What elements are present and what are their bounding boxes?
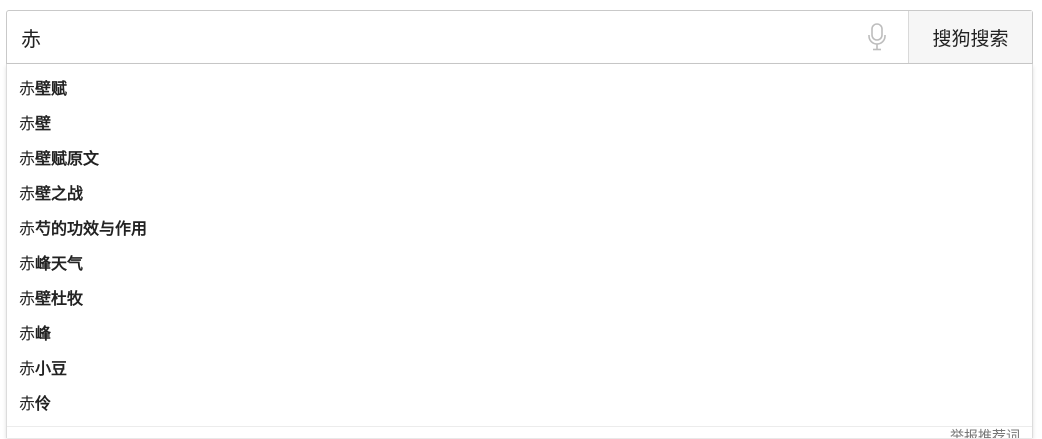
microphone-icon xyxy=(868,23,886,51)
suggestion-prefix: 赤 xyxy=(19,254,36,273)
suggestion-completion: 峰 xyxy=(35,324,52,343)
suggestion-item[interactable]: 赤峰天气 xyxy=(7,246,1032,281)
suggestion-completion: 峰天气 xyxy=(35,254,84,273)
suggestion-completion: 壁 xyxy=(35,114,52,133)
suggestion-item[interactable]: 赤壁杜牧 xyxy=(7,281,1032,316)
search-button[interactable]: 搜狗搜索 xyxy=(908,11,1032,63)
suggestion-completion: 芍的功效与作用 xyxy=(35,219,148,238)
suggestion-item[interactable]: 赤壁之战 xyxy=(7,176,1032,211)
suggestion-item[interactable]: 赤峰 xyxy=(7,316,1032,351)
suggestions-footer: 举报推荐词 xyxy=(7,426,1032,438)
suggestion-prefix: 赤 xyxy=(19,149,36,168)
search-widget: 搜狗搜索 赤壁赋 赤壁 赤壁赋原文 赤壁之战 赤芍的功效与作用 赤峰天气 赤壁杜… xyxy=(6,10,1033,438)
search-input[interactable] xyxy=(7,11,846,63)
suggestion-item[interactable]: 赤芍的功效与作用 xyxy=(7,211,1032,246)
report-suggestion-link[interactable]: 举报推荐词 xyxy=(950,429,1020,438)
suggestion-prefix: 赤 xyxy=(19,394,36,413)
suggestion-item[interactable]: 赤伶 xyxy=(7,386,1032,421)
suggestion-prefix: 赤 xyxy=(19,324,36,343)
suggestion-item[interactable]: 赤壁赋原文 xyxy=(7,141,1032,176)
suggestion-completion: 壁杜牧 xyxy=(35,289,84,308)
suggestion-prefix: 赤 xyxy=(19,359,36,378)
search-bar: 搜狗搜索 xyxy=(6,10,1033,64)
suggestion-prefix: 赤 xyxy=(19,114,36,133)
suggestion-item[interactable]: 赤壁 xyxy=(7,106,1032,141)
suggestion-completion: 壁之战 xyxy=(35,184,84,203)
voice-search-button[interactable] xyxy=(846,11,908,63)
suggestion-dropdown: 赤壁赋 赤壁 赤壁赋原文 赤壁之战 赤芍的功效与作用 赤峰天气 赤壁杜牧 赤峰 … xyxy=(6,64,1033,438)
suggestion-prefix: 赤 xyxy=(19,289,36,308)
suggestion-completion: 壁赋 xyxy=(35,79,68,98)
suggestion-prefix: 赤 xyxy=(19,184,36,203)
suggestion-completion: 壁赋原文 xyxy=(35,149,100,168)
suggestion-item[interactable]: 赤小豆 xyxy=(7,351,1032,386)
suggestion-item[interactable]: 赤壁赋 xyxy=(7,71,1032,106)
suggestion-prefix: 赤 xyxy=(19,79,36,98)
suggestion-completion: 小豆 xyxy=(35,359,68,378)
suggestion-prefix: 赤 xyxy=(19,219,36,238)
suggestion-completion: 伶 xyxy=(35,394,52,413)
